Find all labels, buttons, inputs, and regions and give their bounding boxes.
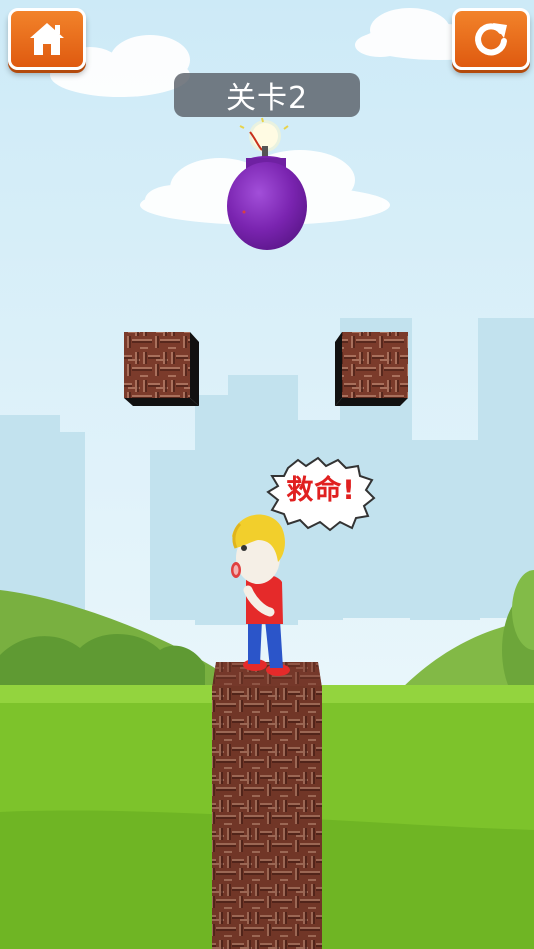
brick-block-right[interactable] xyxy=(335,332,408,406)
brick-pillar xyxy=(212,662,322,949)
speech-text: 救命! xyxy=(286,475,356,506)
level-label: 关卡2 xyxy=(225,81,309,116)
brick-block-left[interactable] xyxy=(124,332,199,406)
home-icon xyxy=(30,23,64,55)
restart-button[interactable] xyxy=(452,8,530,70)
home-button[interactable] xyxy=(8,8,86,70)
restart-icon xyxy=(475,23,507,56)
level-indicator: 关卡2 xyxy=(174,73,360,117)
